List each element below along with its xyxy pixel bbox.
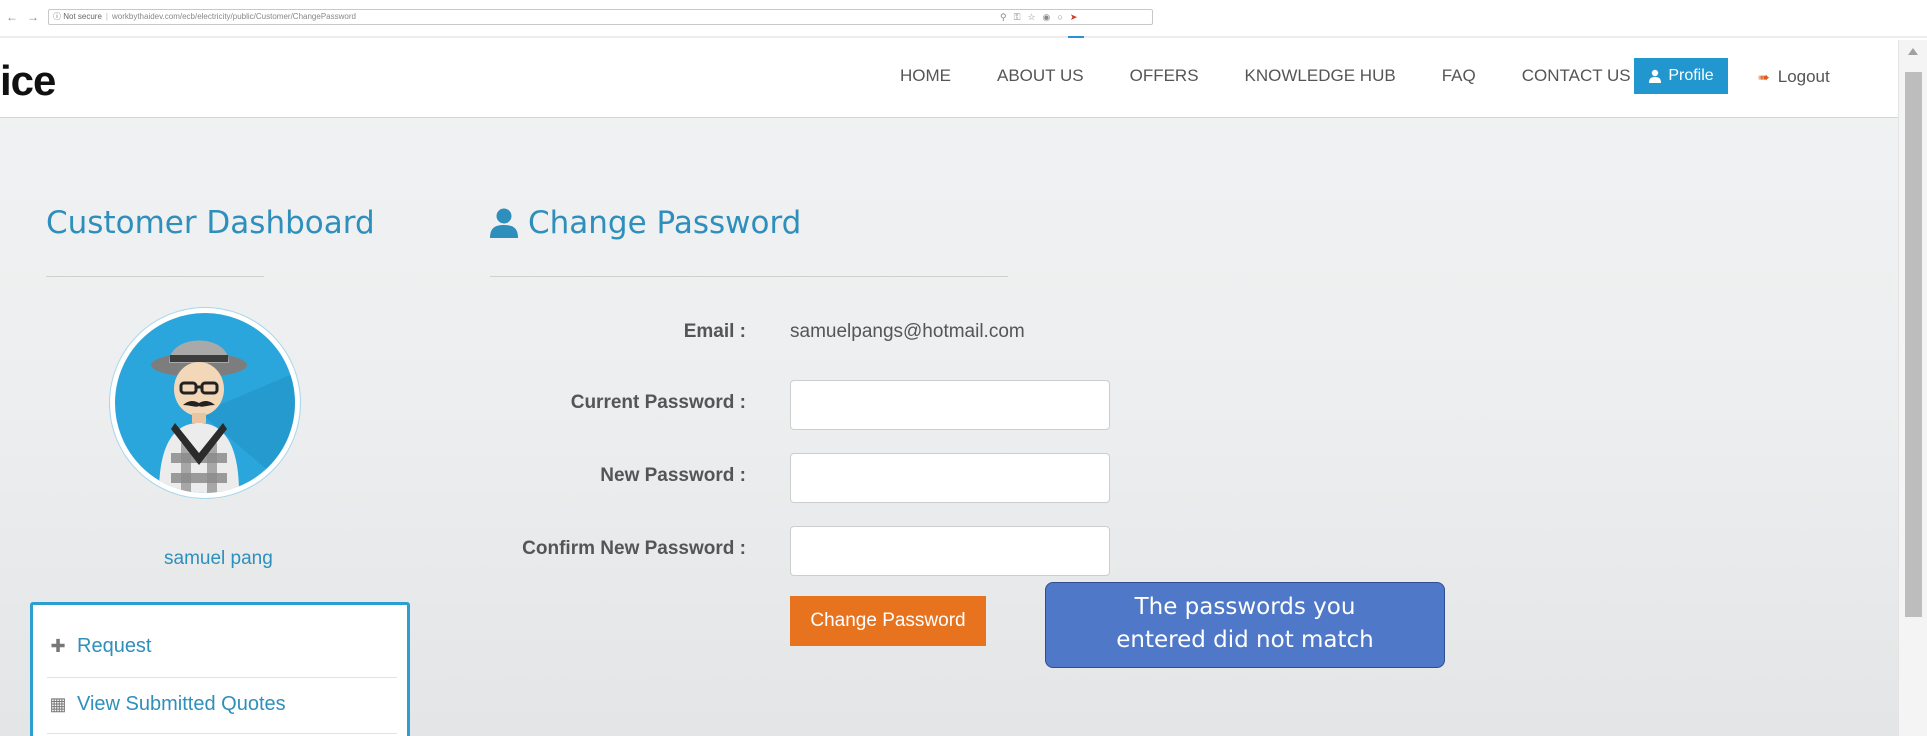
nav-link-faq[interactable]: FAQ — [1442, 66, 1476, 86]
error-message-line: entered did not match — [1116, 627, 1374, 653]
nav-link-offers[interactable]: OFFERS — [1130, 66, 1199, 86]
dashboard-title: Customer Dashboard — [46, 205, 375, 241]
toolbar-accent — [1068, 36, 1084, 38]
security-indicator[interactable]: ⓘ Not secure — [53, 12, 102, 21]
avatar — [110, 308, 300, 498]
password-mismatch-message: The passwords you entered did not match — [1045, 582, 1445, 668]
main-nav: HOME ABOUT US OFFERS KNOWLEDGE HUB FAQ C… — [900, 66, 1665, 86]
menu-item-request[interactable]: ✚ Request — [49, 635, 152, 657]
username[interactable]: samuel pang — [164, 548, 273, 570]
current-password-label: Current Password : — [570, 392, 746, 413]
change-password-title-text: Change Password — [528, 205, 802, 241]
current-password-input[interactable] — [790, 380, 1110, 430]
user-avatar-illustration — [151, 340, 295, 493]
toolbar-divider — [0, 36, 1927, 38]
table-icon: ▦ — [49, 694, 67, 714]
dashboard-title-divider — [46, 276, 264, 277]
logout-link[interactable]: ➠ Logout — [1758, 67, 1830, 87]
forward-arrow-icon[interactable]: → — [27, 11, 39, 23]
page-scrollbar[interactable] — [1898, 40, 1927, 736]
address-url: workbythaidev.com/ecb/electricity/public… — [111, 12, 356, 21]
nav-link-home[interactable]: HOME — [900, 66, 951, 86]
extension-icon[interactable]: ○ — [1057, 9, 1062, 25]
confirm-password-label: Confirm New Password : — [522, 538, 746, 559]
change-password-button[interactable]: Change Password — [790, 596, 986, 646]
scroll-up-icon[interactable] — [1908, 48, 1918, 55]
user-icon — [1649, 69, 1662, 83]
profile-button-label: Profile — [1668, 67, 1714, 84]
extension-icon[interactable]: ◉ — [1043, 9, 1051, 25]
new-password-input[interactable] — [790, 453, 1110, 503]
email-label: Email : — [683, 321, 746, 342]
profile-button[interactable]: Profile — [1634, 58, 1728, 94]
address-separator: | — [105, 12, 108, 21]
search-icon[interactable]: ⚲ — [1000, 9, 1007, 25]
scroll-thumb[interactable] — [1905, 72, 1922, 617]
menu-divider — [47, 733, 397, 734]
site-header: ice HOME ABOUT US OFFERS KNOWLEDGE HUB F… — [0, 40, 1898, 118]
new-password-label: New Password : — [600, 465, 746, 486]
menu-divider — [47, 677, 397, 678]
user-icon — [490, 208, 518, 238]
nav-link-about-us[interactable]: ABOUT US — [997, 66, 1084, 86]
menu-item-label: View Submitted Quotes — [77, 693, 286, 715]
site-logo[interactable]: ice — [0, 60, 56, 102]
email-value: samuelpangs@hotmail.com — [790, 321, 1025, 342]
menu-item-label: Request — [77, 635, 152, 657]
nav-link-knowledge-hub[interactable]: KNOWLEDGE HUB — [1245, 66, 1396, 86]
dashboard-menu: ✚ Request ▦ View Submitted Quotes — [30, 602, 410, 736]
back-arrow-icon[interactable]: ← — [6, 11, 18, 23]
menu-item-view-submitted-quotes[interactable]: ▦ View Submitted Quotes — [49, 693, 286, 715]
confirm-password-input[interactable] — [790, 526, 1110, 576]
star-icon[interactable]: ☆ — [1027, 9, 1035, 25]
extension-icon[interactable]: ➤ — [1070, 9, 1078, 25]
error-message-line: The passwords you — [1134, 594, 1356, 620]
sign-out-icon: ➠ — [1758, 68, 1770, 85]
change-password-title-divider — [490, 276, 1008, 277]
logout-label: Logout — [1777, 67, 1830, 86]
plus-icon: ✚ — [50, 636, 66, 656]
change-password-title: Change Password — [490, 205, 801, 241]
key-icon[interactable]: ⚿ — [1014, 9, 1021, 25]
address-bar[interactable]: ⓘ Not secure | workbythaidev.com/ecb/elect… — [48, 9, 1153, 25]
nav-link-contact-us[interactable]: CONTACT US — [1522, 66, 1631, 86]
browser-toolbar: ← → C ⓘ Not secure|workbythaidev.com/ecb… — [0, 0, 1927, 40]
address-bar-icons: ⚲ ⚿ ☆ ◉ ○ ➤ — [1000, 9, 1077, 25]
